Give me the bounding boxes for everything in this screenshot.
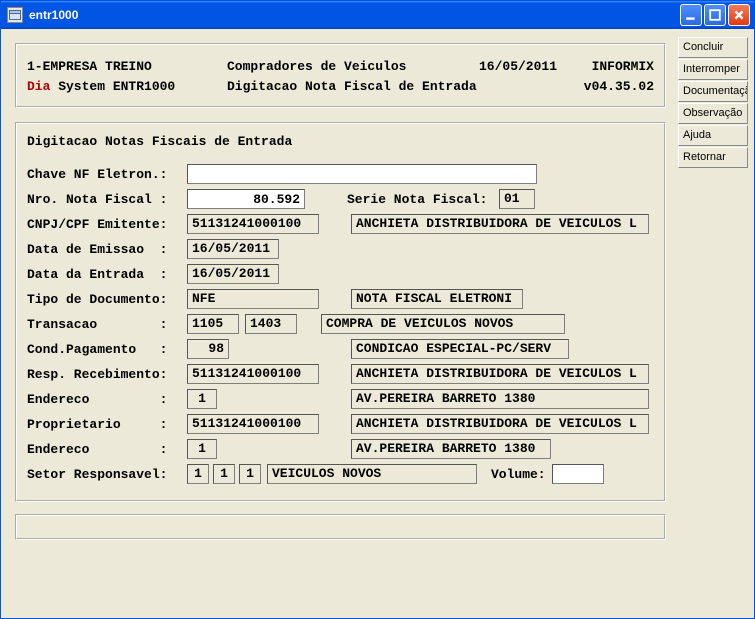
field-prop-end-num: 1 — [187, 439, 217, 459]
field-prop-nome: ANCHIETA DISTRIBUIDORA DE VEICULOS L — [351, 414, 649, 434]
field-transacao1: 1105 — [187, 314, 239, 334]
btn-documentacao[interactable]: Documentação — [678, 81, 748, 102]
input-chave[interactable] — [187, 164, 537, 184]
lbl-entrada: Data da Entrada : — [27, 267, 187, 282]
minimize-button[interactable] — [680, 4, 702, 26]
lbl-volume: Volume: — [491, 467, 546, 482]
field-resp-end-num: 1 — [187, 389, 217, 409]
field-prop-end: AV.PEREIRA BARRETO 1380 — [351, 439, 551, 459]
field-resp-end: AV.PEREIRA BARRETO 1380 — [351, 389, 649, 409]
btn-observacao[interactable]: Observação — [678, 103, 748, 124]
close-button[interactable] — [728, 4, 750, 26]
lbl-serie: Serie Nota Fiscal: — [347, 192, 499, 207]
client-area: 1-EMPRESA TREINO Compradores de Veiculos… — [1, 29, 754, 618]
field-cond-desc: CONDICAO ESPECIAL-PC/SERV — [351, 339, 569, 359]
lbl-resp-end: Endereco : — [27, 392, 187, 407]
field-cnpj: 51131241000100 — [187, 214, 319, 234]
app-window: entr1000 1-EMPRESA TREINO Compradores de… — [0, 0, 755, 619]
lbl-tipo: Tipo de Documento: — [27, 292, 187, 307]
field-setor-desc: VEICULOS NOVOS — [267, 464, 477, 484]
field-tipo: NFE — [187, 289, 319, 309]
form-title: Digitacao Notas Fiscais de Entrada — [27, 134, 654, 149]
lbl-emissao: Data de Emissao : — [27, 242, 187, 257]
input-nro[interactable] — [187, 189, 305, 209]
lbl-cond: Cond.Pagamento : — [27, 342, 187, 357]
field-tipo-desc: NOTA FISCAL ELETRONI — [351, 289, 523, 309]
btn-interromper[interactable]: Interromper — [678, 59, 748, 80]
field-emissao: 16/05/2011 — [187, 239, 279, 259]
field-resp: 51131241000100 — [187, 364, 319, 384]
lbl-nro: Nro. Nota Fiscal : — [27, 192, 187, 207]
field-transacao2: 1403 — [245, 314, 297, 334]
hdr-screen-desc: Compradores de Veiculos — [227, 57, 479, 77]
field-cond: 98 — [187, 339, 229, 359]
field-resp-nome: ANCHIETA DISTRIBUIDORA DE VEICULOS L — [351, 364, 649, 384]
hdr-company: 1-EMPRESA TREINO — [27, 57, 227, 77]
lbl-cnpj: CNPJ/CPF Emitente: — [27, 217, 187, 232]
lbl-transacao: Transacao : — [27, 317, 187, 332]
field-transacao-desc: COMPRA DE VEICULOS NOVOS — [321, 314, 565, 334]
hdr-version: v04.35.02 — [579, 77, 654, 97]
hdr-date: 16/05/2011 — [479, 57, 579, 77]
window-title: entr1000 — [29, 8, 680, 22]
form-frame: Digitacao Notas Fiscais de Entrada Chave… — [15, 122, 666, 502]
btn-concluir[interactable]: Concluir — [678, 37, 748, 58]
field-serie: 01 — [499, 189, 535, 209]
titlebar: entr1000 — [1, 1, 754, 29]
window-controls — [680, 4, 750, 26]
field-cnpj-nome: ANCHIETA DISTRIBUIDORA DE VEICULOS L — [351, 214, 649, 234]
lbl-prop-end: Endereco : — [27, 442, 187, 457]
btn-retornar[interactable]: Retornar — [678, 147, 748, 168]
maximize-button[interactable] — [704, 4, 726, 26]
header-band: 1-EMPRESA TREINO Compradores de Veiculos… — [15, 43, 666, 108]
input-volume[interactable] — [552, 464, 604, 484]
status-bar — [15, 514, 666, 540]
main-panel: 1-EMPRESA TREINO Compradores de Veiculos… — [1, 29, 676, 618]
hdr-system: Dia System ENTR1000 — [27, 77, 227, 97]
field-entrada: 16/05/2011 — [187, 264, 279, 284]
lbl-prop: Proprietario : — [27, 417, 187, 432]
hdr-program-desc: Digitacao Nota Fiscal de Entrada — [227, 77, 479, 97]
lbl-chave: Chave NF Eletron.: — [27, 167, 187, 182]
field-setor1: 1 — [187, 464, 209, 484]
field-prop: 51131241000100 — [187, 414, 319, 434]
app-icon — [7, 7, 23, 23]
sidebar: Concluir Interromper Documentação Observ… — [676, 29, 754, 618]
field-setor3: 1 — [239, 464, 261, 484]
field-setor2: 1 — [213, 464, 235, 484]
btn-ajuda[interactable]: Ajuda — [678, 125, 748, 146]
hdr-db: INFORMIX — [579, 57, 654, 77]
lbl-resp: Resp. Recebimento: — [27, 367, 187, 382]
lbl-setor: Setor Responsavel: — [27, 467, 187, 482]
